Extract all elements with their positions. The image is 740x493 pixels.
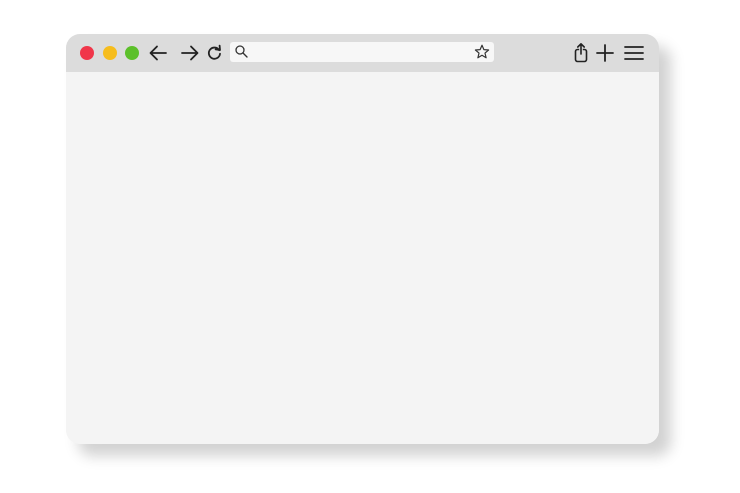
arrow-right-icon[interactable] xyxy=(180,44,200,62)
close-window-button[interactable] xyxy=(80,46,94,60)
search-icon xyxy=(235,45,248,58)
maximize-window-button[interactable] xyxy=(125,46,139,60)
share-icon[interactable] xyxy=(573,42,589,64)
minimize-window-button[interactable] xyxy=(103,46,117,60)
address-input[interactable] xyxy=(254,44,464,60)
page-content-area[interactable] xyxy=(66,72,659,444)
address-bar[interactable] xyxy=(230,42,494,62)
hamburger-menu-icon[interactable] xyxy=(623,44,645,62)
reload-icon[interactable] xyxy=(206,44,223,62)
browser-toolbar xyxy=(66,34,659,72)
plus-icon[interactable] xyxy=(595,43,615,63)
browser-window xyxy=(66,34,659,444)
arrow-left-icon[interactable] xyxy=(148,44,168,62)
star-icon[interactable] xyxy=(474,44,490,60)
